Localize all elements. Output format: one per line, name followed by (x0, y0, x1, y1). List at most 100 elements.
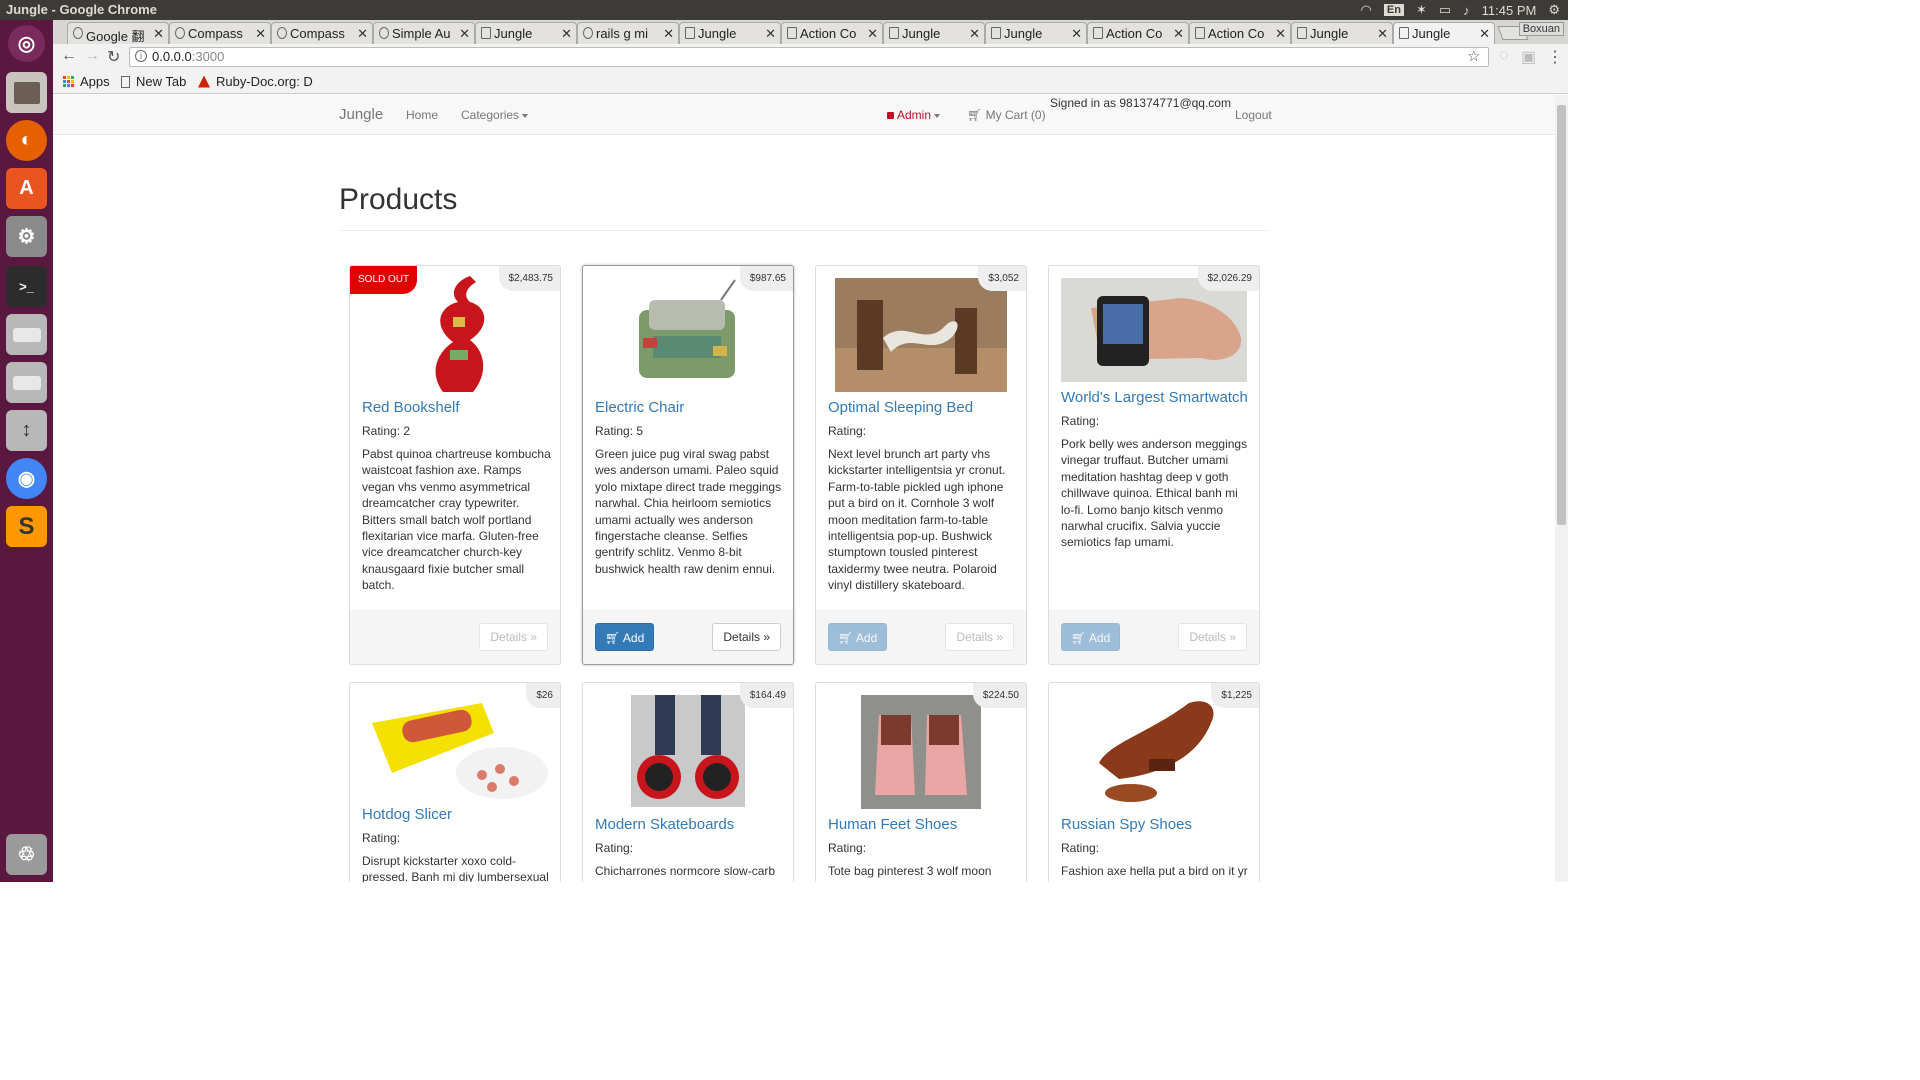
close-tab-icon[interactable]: ✕ (1479, 26, 1490, 42)
add-to-cart-button[interactable]: 🛒︎ Add (595, 623, 655, 651)
details-button[interactable]: Details » (945, 623, 1014, 651)
product-name-link[interactable]: Human Feet Shoes (828, 816, 957, 833)
product-name-link[interactable]: Electric Chair (595, 399, 684, 416)
product-image[interactable] (835, 278, 1007, 392)
software-center-icon[interactable]: A (6, 168, 47, 209)
close-tab-icon[interactable]: ✕ (153, 26, 164, 42)
page-icon (1399, 27, 1409, 39)
close-tab-icon[interactable]: ✕ (867, 26, 878, 42)
cast-icon[interactable]: ▣ (1521, 47, 1536, 67)
ubuntu-dash-icon[interactable]: ◎ (8, 25, 45, 62)
new-tab-bookmark[interactable]: New Tab (121, 74, 186, 89)
address-bar[interactable]: i 0.0.0.0:3000 (129, 47, 1489, 67)
sublime-text-icon[interactable]: S (6, 506, 47, 547)
brand-link[interactable]: Jungle (339, 106, 383, 123)
product-name-link[interactable]: Optimal Sleeping Bed (828, 399, 973, 416)
profile-button[interactable]: Boxuan (1518, 22, 1564, 36)
close-tab-icon[interactable]: ✕ (561, 26, 572, 42)
browser-tab-active[interactable]: Jungle ✕ (1393, 22, 1495, 44)
volume-icon[interactable]: ♪ (1463, 3, 1470, 18)
add-to-cart-button[interactable]: 🛒︎ Add (1061, 623, 1121, 651)
wifi-icon[interactable]: ◠ (1361, 2, 1372, 18)
product-name-link[interactable]: Modern Skateboards (595, 816, 734, 833)
close-tab-icon[interactable]: ✕ (663, 26, 674, 42)
logout-link[interactable]: Logout (1235, 108, 1272, 122)
bluetooth-icon[interactable]: ✶ (1416, 2, 1427, 18)
close-tab-icon[interactable]: ✕ (1275, 26, 1286, 42)
clock[interactable]: 11:45 PM (1482, 3, 1537, 18)
browser-tab[interactable]: Action Co ✕ (781, 22, 883, 44)
close-tab-icon[interactable]: ✕ (1071, 26, 1082, 42)
close-tab-icon[interactable]: ✕ (1377, 26, 1388, 42)
product-rating: Rating: (1061, 841, 1100, 855)
page-scrollbar[interactable] (1555, 95, 1568, 882)
product-description: Pabst quinoa chartreuse kombucha waistco… (362, 447, 551, 593)
product-image[interactable] (631, 695, 745, 807)
product-name-link[interactable]: World's Largest Smartwatch (1061, 389, 1248, 406)
browser-tab[interactable]: Compass ✕ (271, 22, 373, 44)
menu-icon[interactable]: ⋮ (1547, 47, 1563, 67)
browser-tab[interactable]: Google 翻 ✕ (67, 22, 169, 44)
terminal-icon[interactable]: >_ (6, 266, 47, 307)
browser-tab[interactable]: Action Co ✕ (1189, 22, 1291, 44)
page-icon (991, 27, 1001, 39)
back-arrow-icon[interactable]: ← (61, 47, 77, 65)
settings-gear-icon[interactable]: ⚙ (1548, 2, 1560, 18)
scrollbar-thumb[interactable] (1557, 105, 1566, 525)
system-settings-icon[interactable]: ⚙ (6, 216, 47, 257)
chrome-icon[interactable]: ◉ (6, 458, 47, 499)
details-button[interactable]: Details » (712, 623, 781, 651)
close-tab-icon[interactable]: ✕ (1173, 26, 1184, 42)
firefox-icon[interactable]: ◐ (6, 120, 47, 161)
drive-icon-2[interactable] (6, 362, 47, 403)
browser-tab[interactable]: Jungle ✕ (883, 22, 985, 44)
close-tab-icon[interactable]: ✕ (765, 26, 776, 42)
browser-tab[interactable]: Compass ✕ (169, 22, 271, 44)
product-name-link[interactable]: Hotdog Slicer (362, 806, 452, 823)
bookmark-star-icon[interactable]: ☆ (1467, 47, 1480, 65)
ruby-doc-bookmark[interactable]: Ruby-Doc.org: D (198, 74, 313, 89)
reload-icon[interactable]: ↻ (107, 47, 120, 67)
info-icon[interactable]: i (135, 50, 147, 62)
close-tab-icon[interactable]: ✕ (357, 26, 368, 42)
usb-drive-icon[interactable]: ↕ (6, 410, 47, 451)
browser-tab[interactable]: Simple Au ✕ (373, 22, 475, 44)
product-image[interactable] (408, 272, 502, 394)
product-image[interactable] (1079, 693, 1229, 807)
files-icon[interactable] (6, 72, 47, 113)
tab-label: Jungle (902, 26, 941, 41)
forward-arrow-icon[interactable]: → (84, 47, 100, 65)
browser-tab[interactable]: Jungle ✕ (475, 22, 577, 44)
admin-dropdown[interactable]: Admin (887, 108, 941, 122)
close-tab-icon[interactable]: ✕ (969, 26, 980, 42)
browser-tab[interactable]: rails g mi ✕ (577, 22, 679, 44)
product-image[interactable] (861, 695, 981, 809)
product-name-link[interactable]: Russian Spy Shoes (1061, 816, 1192, 833)
product-image[interactable] (631, 278, 743, 390)
trash-icon[interactable]: ♲ (6, 834, 47, 875)
browser-tab[interactable]: Action Co ✕ (1087, 22, 1189, 44)
browser-tab[interactable]: Jungle ✕ (985, 22, 1087, 44)
bookmark-label: Apps (80, 74, 110, 89)
close-tab-icon[interactable]: ✕ (255, 26, 266, 42)
compass-icon (277, 27, 287, 39)
browser-tab[interactable]: Jungle ✕ (1291, 22, 1393, 44)
add-to-cart-button[interactable]: 🛒︎ Add (828, 623, 888, 651)
keyboard-language[interactable]: En (1383, 4, 1404, 16)
apps-bookmark[interactable]: Apps (63, 74, 110, 89)
close-tab-icon[interactable]: ✕ (459, 26, 470, 42)
home-link[interactable]: Home (406, 108, 438, 122)
bookmark-label: Ruby-Doc.org: D (216, 74, 313, 89)
browser-tab[interactable]: Jungle ✕ (679, 22, 781, 44)
details-button[interactable]: Details » (1178, 623, 1247, 651)
battery-icon[interactable]: ▭ (1439, 2, 1451, 18)
product-image[interactable] (362, 693, 548, 799)
categories-dropdown[interactable]: Categories (461, 108, 529, 122)
add-label: Add (1088, 631, 1111, 645)
details-button[interactable]: Details » (479, 623, 548, 651)
cart-link[interactable]: 🛒︎ My Cart (0) (967, 108, 1046, 122)
product-name-link[interactable]: Red Bookshelf (362, 399, 460, 416)
extension-icon[interactable]: ◌ (1499, 47, 1509, 65)
drive-icon[interactable] (6, 314, 47, 355)
product-image[interactable] (1061, 278, 1247, 382)
